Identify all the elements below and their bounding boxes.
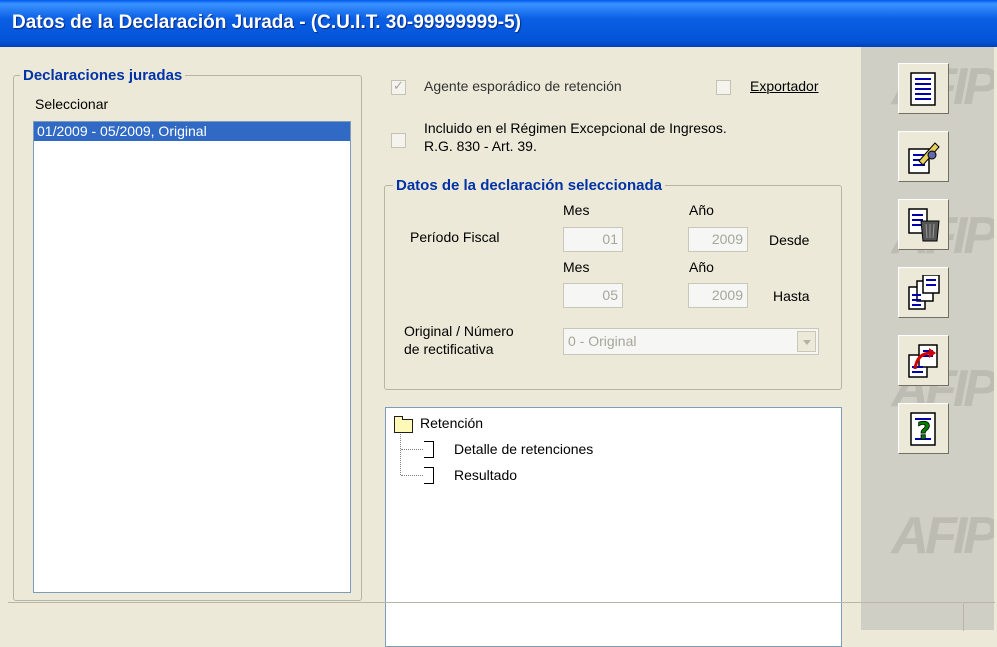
declaraciones-legend: Declaraciones juradas bbox=[23, 67, 183, 84]
original-select-value: 0 - Original bbox=[568, 333, 637, 349]
anio-hasta-label: Año bbox=[689, 259, 714, 275]
tree-connector bbox=[401, 475, 423, 476]
anio-desde-label: Año bbox=[689, 202, 714, 218]
tree-connector bbox=[401, 449, 423, 450]
copy-doc-button[interactable] bbox=[898, 267, 949, 318]
title-bar: Datos de la Declaración Jurada - (C.U.I.… bbox=[0, 0, 997, 47]
periodo-fiscal-label: Período Fiscal bbox=[410, 229, 500, 245]
edit-doc-icon bbox=[908, 142, 940, 174]
desde-label: Desde bbox=[769, 232, 810, 248]
dialog-body: Declaraciones juradas Seleccionar 01/200… bbox=[3, 47, 995, 647]
exportador-checkbox[interactable] bbox=[716, 80, 731, 95]
status-bar-grip bbox=[963, 602, 995, 631]
mes-desde-field[interactable]: 01 bbox=[563, 227, 623, 252]
mes-hasta-field[interactable]: 05 bbox=[563, 283, 623, 308]
list-doc-icon bbox=[910, 72, 936, 106]
help-doc-icon: ? bbox=[910, 412, 936, 446]
svg-text:?: ? bbox=[917, 417, 931, 445]
chevron-down-icon[interactable] bbox=[797, 331, 816, 352]
mes-desde-label: Mes bbox=[563, 202, 590, 218]
document-icon bbox=[424, 467, 434, 484]
export-doc-button[interactable] bbox=[898, 335, 949, 386]
export-doc-icon bbox=[908, 344, 938, 378]
list-item[interactable]: 01/2009 - 05/2009, Original bbox=[34, 122, 350, 141]
hasta-label: Hasta bbox=[773, 288, 810, 304]
agente-checkbox[interactable] bbox=[391, 78, 406, 95]
anio-desde-field[interactable]: 2009 bbox=[688, 227, 748, 252]
copy-doc-icon bbox=[908, 275, 940, 310]
incluido-label-line1: Incluido en el Régimen Excepcional de In… bbox=[424, 120, 727, 136]
datos-legend: Datos de la declaración seleccionada bbox=[396, 177, 662, 194]
mes-hasta-label: Mes bbox=[563, 259, 590, 275]
incluido-label-line2: R.G. 830 - Art. 39. bbox=[424, 138, 537, 154]
tree-item-detalle[interactable]: Detalle de retenciones bbox=[454, 441, 593, 457]
delete-doc-icon bbox=[908, 208, 940, 242]
tree-connector bbox=[400, 434, 401, 475]
anio-hasta-field[interactable]: 2009 bbox=[688, 283, 748, 308]
list-doc-button[interactable] bbox=[898, 63, 949, 114]
status-bar bbox=[8, 602, 962, 631]
original-label-line1: Original / Número bbox=[404, 323, 514, 339]
agente-label: Agente esporádico de retención bbox=[424, 78, 622, 94]
help-doc-button[interactable]: ? bbox=[898, 403, 949, 454]
exportador-label[interactable]: Exportador bbox=[750, 78, 818, 94]
tree-item-resultado[interactable]: Resultado bbox=[454, 467, 517, 483]
delete-doc-button[interactable] bbox=[898, 199, 949, 250]
original-select[interactable]: 0 - Original bbox=[563, 328, 819, 355]
tree-root-retencion[interactable]: Retención bbox=[420, 415, 483, 431]
afip-watermark: AFIP bbox=[891, 507, 994, 565]
seleccionar-label: Seleccionar bbox=[35, 96, 109, 112]
declaraciones-listbox[interactable]: 01/2009 - 05/2009, Original bbox=[33, 121, 351, 593]
toolbar-sidebar: AFIP AFIP AFIP AFIP bbox=[861, 47, 994, 630]
original-label-line2: de rectificativa bbox=[404, 341, 494, 357]
document-icon bbox=[424, 441, 434, 458]
folder-icon bbox=[394, 416, 413, 433]
edit-doc-button[interactable] bbox=[898, 131, 949, 182]
incluido-checkbox[interactable] bbox=[391, 133, 406, 148]
window-title: Datos de la Declaración Jurada - (C.U.I.… bbox=[12, 12, 521, 33]
